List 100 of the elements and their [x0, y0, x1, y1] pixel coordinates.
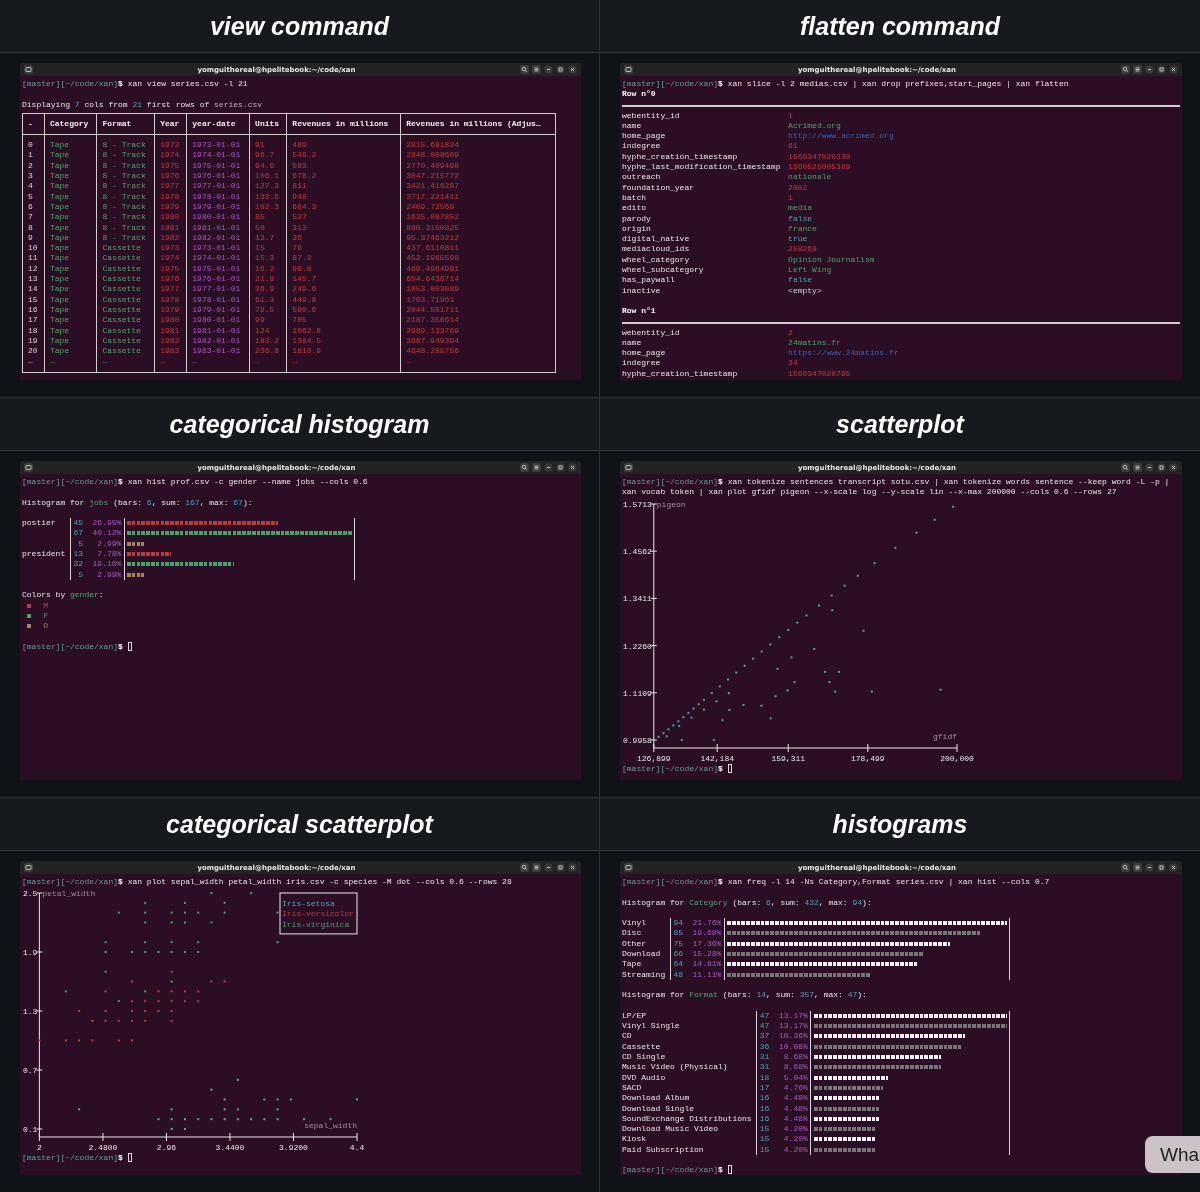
- tab-icon[interactable]: [624, 863, 633, 872]
- search-icon[interactable]: [520, 863, 529, 872]
- data-point: [728, 708, 731, 711]
- percent-label: 14.81%: [691, 959, 722, 970]
- table-cell: 13: [22, 274, 45, 285]
- tick-label: 3.4400: [215, 1143, 245, 1153]
- table-cell: 96.7: [249, 150, 287, 161]
- menu-icon[interactable]: [532, 65, 541, 74]
- table-cell: 1980: [154, 315, 187, 326]
- row-label: Music Video (Physical): [622, 1062, 729, 1073]
- search-icon[interactable]: [520, 65, 529, 74]
- table-cell: Cassette: [97, 294, 155, 305]
- minimize-button[interactable]: [1145, 463, 1154, 472]
- count-label: 45: [70, 518, 83, 529]
- close-button[interactable]: [1169, 863, 1178, 872]
- data-point: [223, 902, 226, 905]
- percent-label: 4.20%: [782, 1144, 808, 1155]
- data-point: [697, 702, 700, 705]
- minimize-button[interactable]: [544, 65, 553, 74]
- table-cell: 236.8: [249, 346, 287, 357]
- table-cell: 98.8: [286, 263, 401, 275]
- percent-label: 26.95%: [91, 518, 122, 529]
- table-cell: 3: [22, 171, 45, 182]
- maximize-button[interactable]: [556, 863, 565, 872]
- menu-icon[interactable]: [532, 863, 541, 872]
- field-name: webentity_id: [622, 110, 681, 121]
- axis-title: petal_width: [42, 889, 96, 899]
- menu-icon[interactable]: [1133, 863, 1142, 872]
- data-point: [64, 990, 67, 993]
- row-label: Download Single: [622, 1103, 695, 1114]
- field-name: wheel_subcategory: [622, 265, 705, 276]
- table-cell: Cassette: [97, 304, 155, 316]
- table-cell: 1979: [154, 304, 187, 316]
- search-icon[interactable]: [1121, 863, 1130, 872]
- data-point: [78, 1039, 81, 1042]
- maximize-button[interactable]: [1157, 863, 1166, 872]
- tick-label: 2.5: [23, 889, 38, 899]
- row-label: postier: [22, 518, 57, 529]
- field-value: 1: [788, 110, 793, 121]
- data-point: [104, 1010, 107, 1013]
- field-value: Opinion Journalism: [788, 254, 875, 266]
- table-cell: 1978-01-01: [186, 294, 250, 305]
- maximize-button[interactable]: [556, 463, 565, 472]
- tab-icon[interactable]: [624, 65, 633, 74]
- tick-label: 159,311: [771, 753, 806, 763]
- data-point: [117, 1020, 120, 1023]
- table-cell: 16.2: [249, 263, 287, 275]
- minimize-button[interactable]: [1145, 863, 1154, 872]
- table-cell: Cassette: [97, 284, 155, 295]
- command-line: [master][~/code/xan]$ xan freq -l 14 -Ns Category,Format series.csv | xan hist --cols 0.7: [622, 877, 1051, 888]
- count-label: 15: [756, 1124, 770, 1135]
- floating-button[interactable]: Wha: [1145, 1136, 1200, 1173]
- search-icon[interactable]: [1121, 65, 1130, 74]
- tab-icon[interactable]: [624, 463, 633, 472]
- maximize-button[interactable]: [1157, 463, 1166, 472]
- search-icon[interactable]: [520, 463, 529, 472]
- field-value: 24matins.fr: [788, 337, 841, 349]
- data-point: [303, 1118, 306, 1121]
- legend-label: Iris-virginica: [282, 919, 350, 929]
- tab-icon[interactable]: [24, 863, 33, 872]
- close-button[interactable]: [568, 863, 577, 872]
- menu-icon[interactable]: [1133, 463, 1142, 472]
- record-title: Row n°0: [622, 89, 657, 100]
- field-value: false: [788, 213, 813, 224]
- table-cell: 19: [22, 335, 45, 347]
- data-point: [170, 980, 173, 983]
- maximize-button[interactable]: [1157, 65, 1166, 74]
- close-button[interactable]: [1169, 65, 1178, 74]
- tick-label: 1.5713: [623, 499, 652, 509]
- close-button[interactable]: [568, 65, 577, 74]
- table-cell: Cassette: [97, 315, 155, 326]
- table-cell: 1976-01-01: [186, 171, 250, 182]
- minimize-button[interactable]: [1145, 65, 1154, 74]
- table-cell: 1975-01-01: [186, 263, 250, 275]
- minimize-button[interactable]: [544, 463, 553, 472]
- menu-icon[interactable]: [1133, 65, 1142, 74]
- table-cell: 10: [22, 243, 45, 254]
- percent-label: 21.76%: [691, 918, 722, 929]
- tick-label: 2.96: [156, 1143, 177, 1153]
- table-cell: 17: [22, 315, 45, 326]
- table-cell: 94.6: [249, 160, 287, 172]
- data-point: [197, 1000, 200, 1003]
- row-label: Download Album: [622, 1093, 691, 1104]
- minimize-button[interactable]: [544, 863, 553, 872]
- tab-icon[interactable]: [24, 65, 33, 74]
- table-cell: 1975: [154, 263, 187, 275]
- data-point: [144, 951, 147, 954]
- menu-icon[interactable]: [532, 463, 541, 472]
- table-cell: 102.3: [249, 201, 287, 213]
- panel-title: view command: [209, 11, 390, 41]
- table-cell: 4: [22, 181, 45, 192]
- close-button[interactable]: [568, 463, 577, 472]
- field-name: has_paywall: [622, 275, 676, 286]
- close-button[interactable]: [1169, 463, 1178, 472]
- data-point: [197, 941, 200, 944]
- tab-icon[interactable]: [24, 463, 33, 472]
- count-label: 16: [756, 1103, 770, 1114]
- search-icon[interactable]: [1121, 463, 1130, 472]
- maximize-button[interactable]: [556, 65, 565, 74]
- field-name: webentity_id: [622, 327, 681, 338]
